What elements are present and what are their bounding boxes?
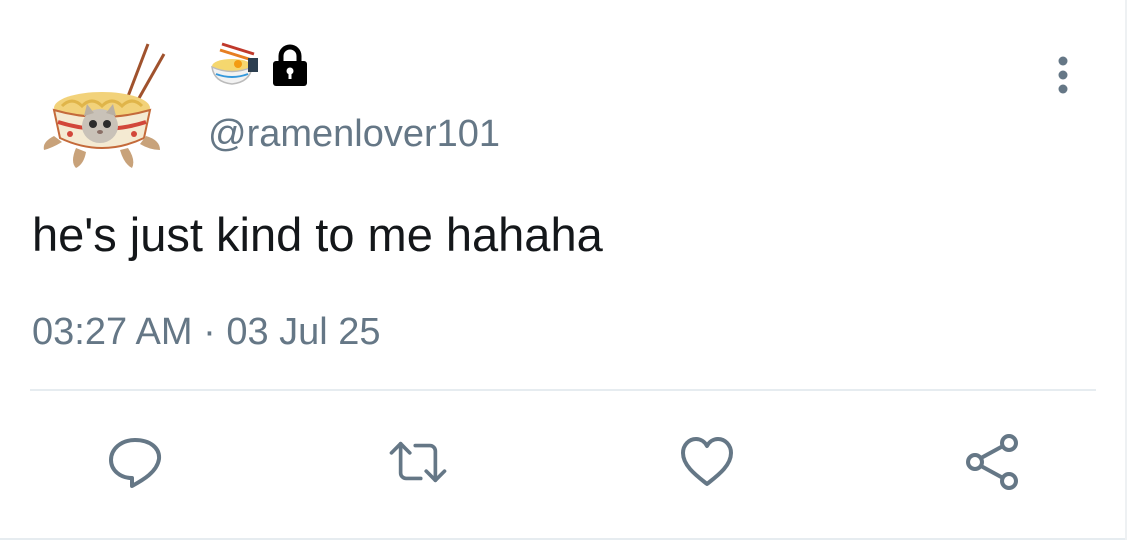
reply-button[interactable] [103,430,167,494]
retweet-button[interactable] [386,430,450,494]
tweet-timestamp[interactable]: 03:27 AM · 03 Jul 25 [32,306,381,358]
share-icon [966,434,1018,490]
user-handle[interactable]: @ramenlover101 [208,108,500,160]
tweet-card: @ramenlover101 he's just kind to me haha… [0,0,1127,555]
more-options-button[interactable] [1038,50,1088,100]
display-name[interactable] [208,40,310,92]
share-button[interactable] [960,430,1024,494]
tweet-text: he's just kind to me hahaha [32,208,603,261]
heart-icon [681,437,733,486]
retweet-icon [389,441,447,483]
ramen-emoji-icon [208,42,260,90]
ramen-bowl-cat-avatar [43,43,166,168]
divider [30,389,1096,391]
reply-icon [109,438,162,488]
lock-icon [270,44,310,88]
like-button[interactable] [675,430,739,494]
avatar[interactable] [40,40,170,180]
more-vertical-icon [1058,56,1068,94]
card-bottom-border [0,538,1127,540]
